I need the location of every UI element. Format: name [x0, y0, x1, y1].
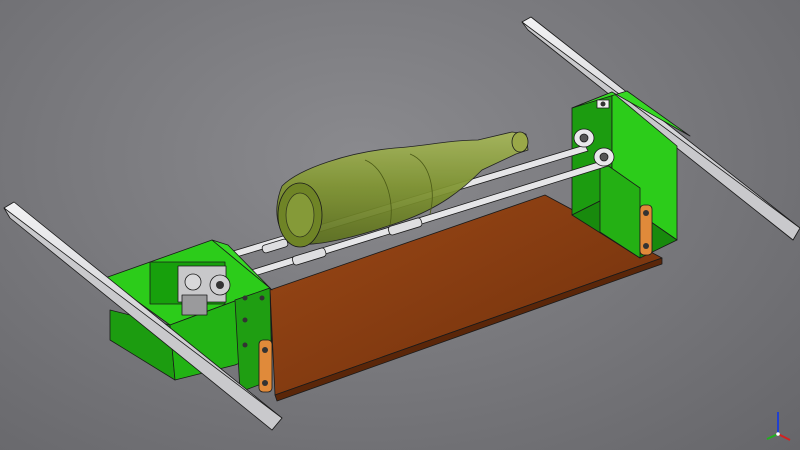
3d-viewport[interactable] — [0, 0, 800, 450]
cad-model-render[interactable] — [0, 0, 800, 450]
axis-triad-icon — [766, 412, 791, 441]
right-spacer[interactable] — [639, 204, 653, 256]
left-spacer[interactable] — [258, 339, 273, 393]
left-bracket[interactable] — [104, 239, 273, 393]
